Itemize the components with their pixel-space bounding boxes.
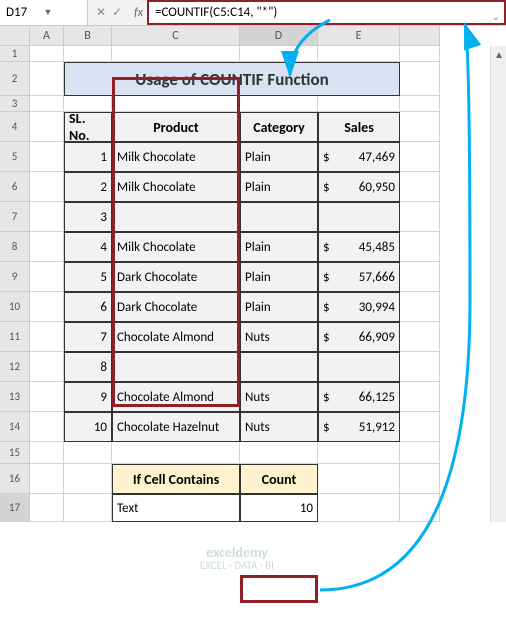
table-row[interactable]: [318, 352, 400, 382]
formula-bar-icons: ✕ ✓: [88, 5, 130, 20]
expand-icon[interactable]: ⌄: [492, 10, 500, 23]
col-A[interactable]: A: [30, 26, 64, 46]
table-row[interactable]: 1: [64, 142, 112, 172]
title-cell[interactable]: Usage of COUNTIF Function: [64, 62, 400, 96]
highlight-count-cell: [240, 575, 318, 603]
table-row[interactable]: Plain: [240, 142, 318, 172]
table-row[interactable]: [240, 202, 318, 232]
result-label1[interactable]: If Cell Contains: [112, 464, 240, 494]
table-row[interactable]: $45,485: [318, 232, 400, 262]
table-row[interactable]: 7: [64, 322, 112, 352]
table-row[interactable]: Plain: [240, 172, 318, 202]
row-9[interactable]: 9: [0, 262, 30, 292]
table-row[interactable]: Nuts: [240, 412, 318, 442]
table-row[interactable]: 4: [64, 232, 112, 262]
row-2[interactable]: 2: [0, 62, 30, 96]
table-row[interactable]: Dark Chocolate: [112, 262, 240, 292]
formula-bar-row: D17 ▼ ✕ ✓ fx =COUNTIF(C5:C14, "*") ⌄: [0, 0, 506, 26]
table-row[interactable]: 6: [64, 292, 112, 322]
table-row[interactable]: 10: [64, 412, 112, 442]
row-3[interactable]: 3: [0, 96, 30, 112]
row-1[interactable]: 1: [0, 46, 30, 62]
result-count[interactable]: 10: [240, 494, 318, 522]
table-row[interactable]: [318, 202, 400, 232]
table-row[interactable]: Plain: [240, 262, 318, 292]
name-box[interactable]: D17 ▼: [0, 0, 88, 25]
row-15[interactable]: 15: [0, 442, 30, 464]
row-14[interactable]: 14: [0, 412, 30, 442]
table-row[interactable]: $30,994: [318, 292, 400, 322]
row-5[interactable]: 5: [0, 142, 30, 172]
header-sales[interactable]: Sales: [318, 112, 400, 142]
table-row[interactable]: Nuts: [240, 382, 318, 412]
cancel-icon[interactable]: ✕: [96, 5, 106, 20]
table-row[interactable]: Chocolate Hazelnut: [112, 412, 240, 442]
vertical-scrollbar[interactable]: ▲: [490, 46, 506, 522]
table-row[interactable]: Milk Chocolate: [112, 232, 240, 262]
table-row[interactable]: [112, 202, 240, 232]
table-row[interactable]: Plain: [240, 292, 318, 322]
watermark: exceldemy EXCEL · DATA · BI: [200, 545, 274, 572]
row-12[interactable]: 12: [0, 352, 30, 382]
chevron-down-icon[interactable]: ▼: [44, 7, 82, 18]
formula-text: =COUNTIF(C5:C14, "*"): [155, 5, 277, 20]
table-row[interactable]: 9: [64, 382, 112, 412]
table-row[interactable]: Chocolate Almond: [112, 382, 240, 412]
row-17[interactable]: 17: [0, 494, 30, 522]
result-text[interactable]: Text: [112, 494, 240, 522]
row-6[interactable]: 6: [0, 172, 30, 202]
table-row[interactable]: $47,469: [318, 142, 400, 172]
header-product[interactable]: Product: [112, 112, 240, 142]
row-11[interactable]: 11: [0, 322, 30, 352]
table-row[interactable]: 5: [64, 262, 112, 292]
row-4[interactable]: 4: [0, 112, 30, 142]
header-sl[interactable]: SL. No.: [64, 112, 112, 142]
table-row[interactable]: $57,666: [318, 262, 400, 292]
result-label2[interactable]: Count: [240, 464, 318, 494]
col-D[interactable]: D: [240, 26, 318, 46]
table-row[interactable]: [240, 352, 318, 382]
header-category[interactable]: Category: [240, 112, 318, 142]
table-row[interactable]: [112, 352, 240, 382]
scroll-up-icon[interactable]: ▲: [494, 48, 504, 61]
table-row[interactable]: Plain: [240, 232, 318, 262]
table-row[interactable]: $66,909: [318, 322, 400, 352]
col-C[interactable]: C: [112, 26, 240, 46]
table-row[interactable]: Milk Chocolate: [112, 142, 240, 172]
confirm-icon[interactable]: ✓: [112, 5, 122, 20]
col-E[interactable]: E: [318, 26, 400, 46]
table-row[interactable]: $60,950: [318, 172, 400, 202]
row-13[interactable]: 13: [0, 382, 30, 412]
select-all-corner[interactable]: [0, 26, 30, 46]
formula-bar[interactable]: =COUNTIF(C5:C14, "*") ⌄: [147, 0, 506, 25]
row-7[interactable]: 7: [0, 202, 30, 232]
table-row[interactable]: Chocolate Almond: [112, 322, 240, 352]
col-B[interactable]: B: [64, 26, 112, 46]
table-row[interactable]: $66,125: [318, 382, 400, 412]
col-edge: [400, 26, 440, 46]
fx-icon[interactable]: fx: [130, 6, 147, 20]
row-10[interactable]: 10: [0, 292, 30, 322]
table-row[interactable]: 2: [64, 172, 112, 202]
table-row[interactable]: $51,912: [318, 412, 400, 442]
name-box-value: D17: [6, 5, 44, 20]
table-row[interactable]: 3: [64, 202, 112, 232]
table-row[interactable]: Milk Chocolate: [112, 172, 240, 202]
row-8[interactable]: 8: [0, 232, 30, 262]
spreadsheet-grid[interactable]: A B C D E 1 2 Usage of COUNTIF Function …: [0, 26, 506, 142]
table-row[interactable]: Dark Chocolate: [112, 292, 240, 322]
row-16[interactable]: 16: [0, 464, 30, 494]
table-row[interactable]: 8: [64, 352, 112, 382]
table-row[interactable]: Nuts: [240, 322, 318, 352]
